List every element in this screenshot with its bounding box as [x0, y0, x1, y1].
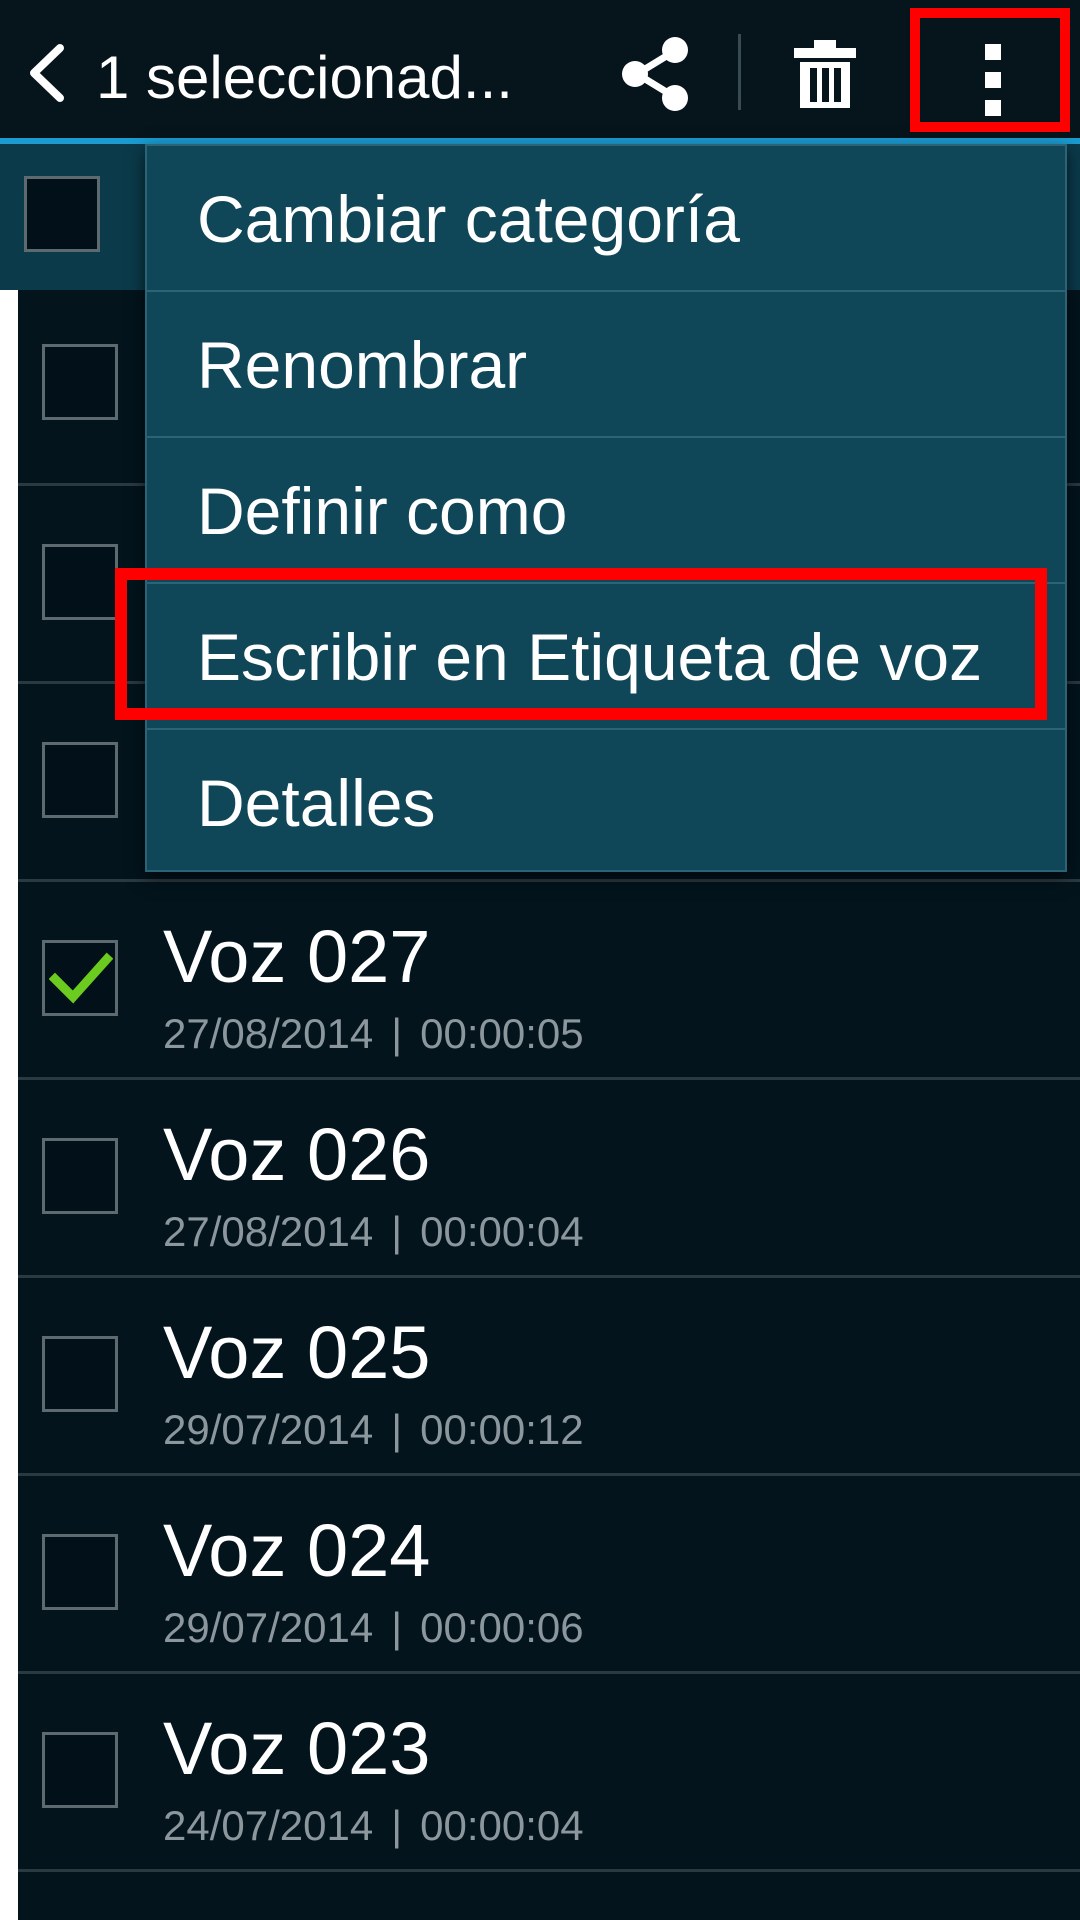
overflow-menu: Cambiar categoría Renombrar Definir como…: [145, 144, 1067, 872]
recording-name: Voz 023: [163, 1707, 431, 1790]
left-edge-strip: [0, 144, 18, 1920]
chevron-left-icon: [30, 44, 64, 102]
meta-separator: |: [391, 1010, 403, 1057]
checkbox[interactable]: [42, 1534, 118, 1610]
share-button[interactable]: [615, 34, 695, 114]
recording-name: Voz 024: [163, 1509, 431, 1592]
trash-icon: [794, 40, 856, 108]
recording-duration: 00:00:06: [420, 1604, 584, 1651]
recording-date: 27/08/2014: [163, 1208, 374, 1255]
meta-separator: |: [391, 1406, 403, 1453]
list-item[interactable]: [18, 1874, 1080, 1920]
recording-duration: 00:00:04: [420, 1208, 584, 1255]
more-vert-icon: [985, 44, 1001, 60]
share-icon: [622, 37, 688, 111]
list-item[interactable]: Voz 027 27/08/2014 | 00:00:05: [18, 884, 1080, 1080]
recording-duration: 00:00:04: [420, 1802, 584, 1849]
checkbox-checked[interactable]: [42, 940, 118, 1016]
back-button[interactable]: [20, 38, 80, 108]
actionbar-divider: [738, 34, 741, 110]
recording-date: 27/08/2014: [163, 1010, 374, 1057]
recording-duration: 00:00:12: [420, 1406, 584, 1453]
menu-item-change-category[interactable]: Cambiar categoría: [147, 146, 1065, 292]
highlight-annotation: [115, 568, 1047, 720]
recording-meta: 29/07/2014 | 00:00:06: [163, 1603, 584, 1653]
recording-meta: 27/08/2014 | 00:00:04: [163, 1207, 584, 1257]
more-vert-icon-dot: [985, 72, 1001, 88]
checkmark-icon: [49, 952, 113, 1004]
action-bar: 1 seleccionad...: [0, 0, 1080, 144]
checkbox[interactable]: [42, 1336, 118, 1412]
recording-meta: 27/08/2014 | 00:00:05: [163, 1009, 584, 1059]
checkbox[interactable]: [24, 176, 100, 252]
more-vert-icon-dot: [985, 100, 1001, 116]
recording-name: Voz 026: [163, 1113, 431, 1196]
menu-item-set-as[interactable]: Definir como: [147, 438, 1065, 584]
list-item[interactable]: Voz 026 27/08/2014 | 00:00:04: [18, 1082, 1080, 1278]
menu-item-details[interactable]: Detalles: [147, 730, 1065, 876]
menu-item-rename[interactable]: Renombrar: [147, 292, 1065, 438]
checkbox[interactable]: [42, 1732, 118, 1808]
recording-name: Voz 027: [163, 915, 431, 998]
checkbox[interactable]: [42, 742, 118, 818]
checkbox[interactable]: [42, 1138, 118, 1214]
recording-name: Voz 025: [163, 1311, 431, 1394]
recording-date: 24/07/2014: [163, 1802, 374, 1849]
delete-button[interactable]: [790, 38, 860, 110]
list-item[interactable]: Voz 025 29/07/2014 | 00:00:12: [18, 1280, 1080, 1476]
recording-duration: 00:00:05: [420, 1010, 584, 1057]
recording-meta: 29/07/2014 | 00:00:12: [163, 1405, 584, 1455]
checkbox[interactable]: [42, 544, 118, 620]
list-item[interactable]: Voz 023 24/07/2014 | 00:00:04: [18, 1676, 1080, 1872]
checkbox[interactable]: [42, 344, 118, 420]
recording-date: 29/07/2014: [163, 1406, 374, 1453]
meta-separator: |: [391, 1604, 403, 1651]
recording-meta: 24/07/2014 | 00:00:04: [163, 1801, 584, 1851]
recording-date: 29/07/2014: [163, 1604, 374, 1651]
more-options-button[interactable]: [910, 8, 1070, 132]
meta-separator: |: [391, 1802, 403, 1849]
selection-count-title: 1 seleccionad...: [96, 44, 513, 111]
list-item[interactable]: Voz 024 29/07/2014 | 00:00:06: [18, 1478, 1080, 1674]
meta-separator: |: [391, 1208, 403, 1255]
